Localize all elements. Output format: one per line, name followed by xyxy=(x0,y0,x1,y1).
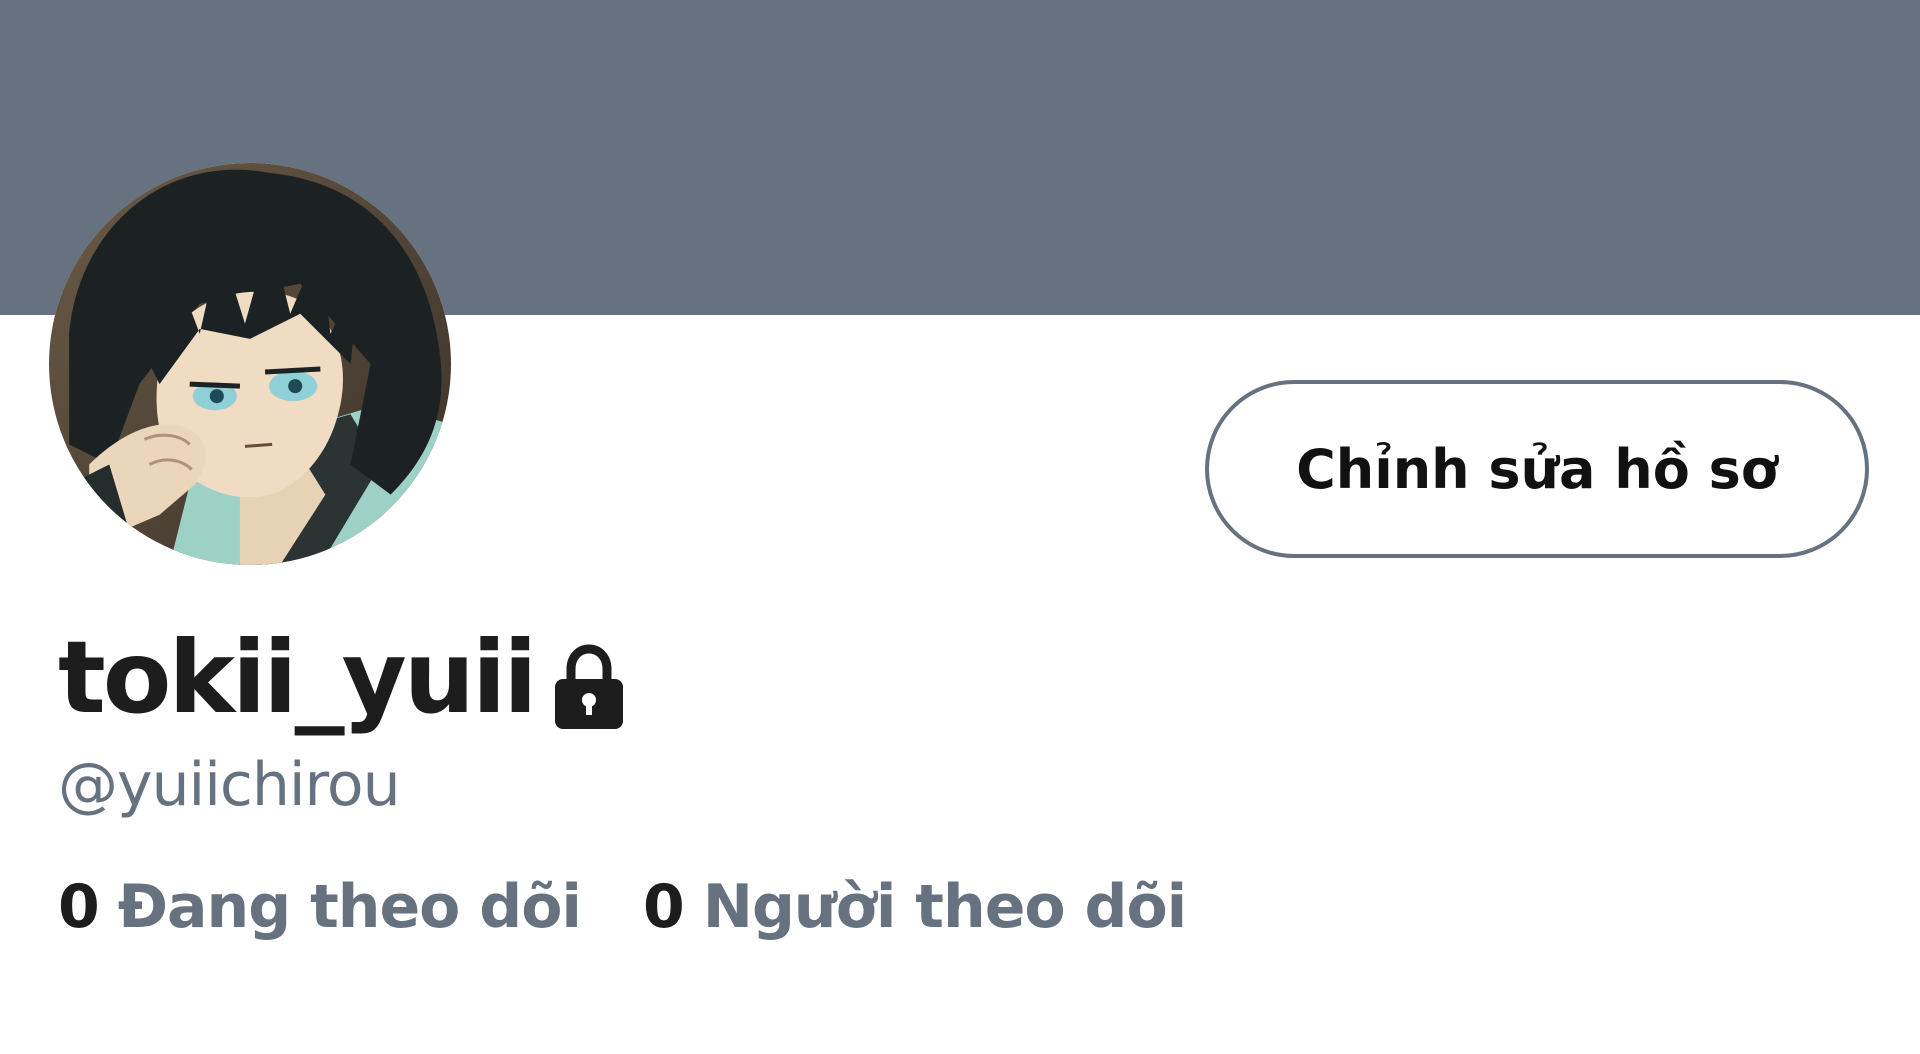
follow-stats: 0 Đang theo dõi 0 Người theo dõi xyxy=(58,872,1187,942)
lock-icon xyxy=(549,643,629,733)
followers-count: 0 xyxy=(643,872,685,942)
user-handle: @yuiichirou xyxy=(58,750,401,820)
followers-label: Người theo dõi xyxy=(702,872,1187,942)
followers-stat[interactable]: 0 Người theo dõi xyxy=(643,872,1187,942)
display-name-row: tokii_yuii xyxy=(58,618,629,738)
edit-profile-label: Chỉnh sửa hồ sơ xyxy=(1296,437,1778,501)
profile-page: Chỉnh sửa hồ sơ tokii_yuii @yuiichirou 0… xyxy=(0,0,1920,1054)
display-name: tokii_yuii xyxy=(58,619,537,736)
following-stat[interactable]: 0 Đang theo dõi xyxy=(58,872,582,942)
avatar-image xyxy=(49,163,451,565)
avatar[interactable] xyxy=(49,163,451,565)
following-label: Đang theo dõi xyxy=(117,872,582,942)
following-count: 0 xyxy=(58,872,100,942)
edit-profile-button[interactable]: Chỉnh sửa hồ sơ xyxy=(1205,380,1869,558)
